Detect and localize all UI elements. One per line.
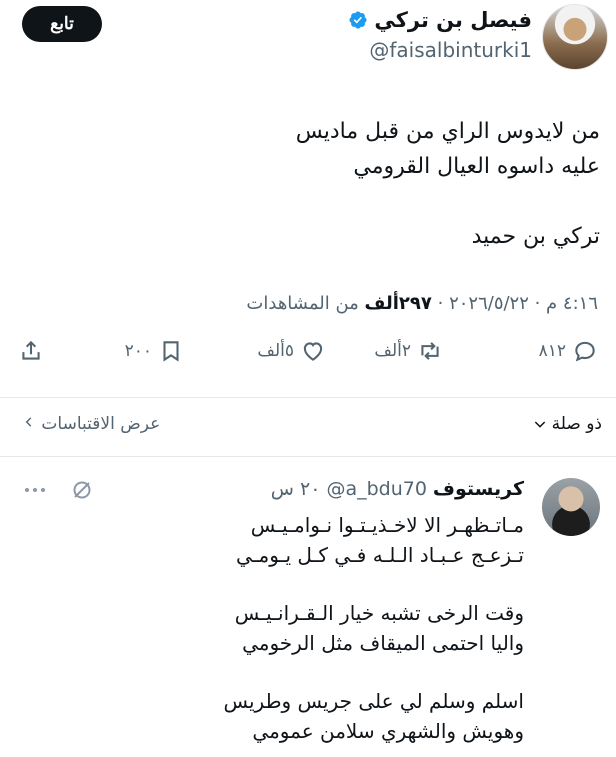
like-count: ٥ألف [257, 341, 294, 361]
relevant-label: ذو صلة [551, 414, 602, 434]
reply-line-gap [223, 658, 524, 686]
grok-icon[interactable] [70, 478, 94, 502]
tweet-line: عليه داسوه العيال القرومي [353, 154, 600, 179]
tweet-text: من لايدوس الراي من قبل ماديس عليه داسوه … [296, 114, 600, 254]
tweet-header: فيصل بن تركي @faisalbinturki1 تابع [0, 0, 616, 82]
author-handle[interactable]: @faisalbinturki1 [369, 38, 532, 62]
reply-line: تـزعـج عـبـاد الـلـه فـي كـل يـومـي [236, 543, 524, 567]
verified-badge-icon [349, 11, 367, 29]
retweet-icon [421, 342, 439, 360]
follow-button[interactable]: تابع [22, 6, 102, 42]
view-quotes-link[interactable]: عرض الاقتباسات [22, 414, 160, 434]
reply-line: مـاتـظهـر الا لاخـذيـتـوا نـوامـيـس [250, 513, 524, 537]
author-display-name[interactable]: فيصل بن تركي [374, 8, 532, 32]
tweet-meta: ٤:١٦ م · ٢٠٢٦/٥/٢٢ · ٢٩٧ألف من المشاهدات [246, 293, 598, 314]
relevant-sort-toggle[interactable]: ذو صلة [532, 414, 602, 434]
reply-line: وهويش والشهري سلامن عمومي [252, 719, 524, 743]
views-label: من المشاهدات [246, 293, 359, 314]
bookmark-button[interactable]: ٢٠٠ [125, 338, 184, 364]
divider [0, 397, 616, 398]
reply-button[interactable]: ٨١٢ [539, 338, 598, 364]
divider [0, 456, 616, 457]
author-avatar[interactable] [542, 4, 608, 70]
like-button[interactable]: ٥ألف [257, 338, 326, 364]
chevron-down-icon [534, 421, 545, 428]
tweet-line: تركي بن حميد [471, 224, 600, 249]
more-icon[interactable] [22, 478, 48, 502]
reply-author-handle[interactable]: @a_bdu70 [326, 478, 426, 500]
meta-separator: · [431, 293, 444, 314]
reply-line: اسلم وسلم لي على جريس وطريس [223, 689, 524, 713]
reply-line: وقت الرخى تشبه خيار الـقـرانـيـس [234, 601, 524, 625]
bookmark-count: ٢٠٠ [124, 341, 152, 361]
reply-author-avatar[interactable] [542, 478, 600, 536]
share-button[interactable] [18, 338, 44, 364]
reply-header: كريستوف @a_bdu70 ٢٠ س [271, 478, 524, 500]
share-icon [22, 340, 40, 360]
action-bar: ٨١٢ ٢ألف ٥ألف ٢٠٠ [0, 338, 616, 382]
retweet-count: ٢ألف [374, 341, 411, 361]
tweet-timestamp[interactable]: ٤:١٦ م · ٢٠٢٦/٥/٢٢ [449, 293, 598, 314]
quotes-label: عرض الاقتباسات [41, 414, 161, 434]
reply-tools [22, 478, 94, 502]
tweet-detail-page: فيصل بن تركي @faisalbinturki1 تابع من لا… [0, 0, 616, 757]
bookmark-icon [163, 341, 179, 362]
reply-text: مـاتـظهـر الا لاخـذيـتـوا نـوامـيـس تـزع… [223, 510, 524, 746]
reply-line-gap [223, 570, 524, 598]
reply-line: واليا احتمى الميقاف مثل الرخومي [242, 631, 524, 655]
reply-count: ٨١٢ [538, 341, 566, 361]
reply-icon [575, 341, 595, 362]
tweet-line-gap [296, 184, 600, 219]
reply-author-name[interactable]: كريستوف [433, 478, 524, 500]
author-name-row[interactable]: فيصل بن تركي [348, 8, 532, 32]
chevron-left-icon [25, 417, 32, 427]
reply-time[interactable]: ٢٠ س [271, 478, 321, 500]
retweet-button[interactable]: ٢ألف [374, 338, 443, 364]
tweet-line: من لايدوس الراي من قبل ماديس [295, 119, 600, 144]
views-count[interactable]: ٢٩٧ألف [365, 293, 432, 314]
like-icon [303, 342, 323, 361]
